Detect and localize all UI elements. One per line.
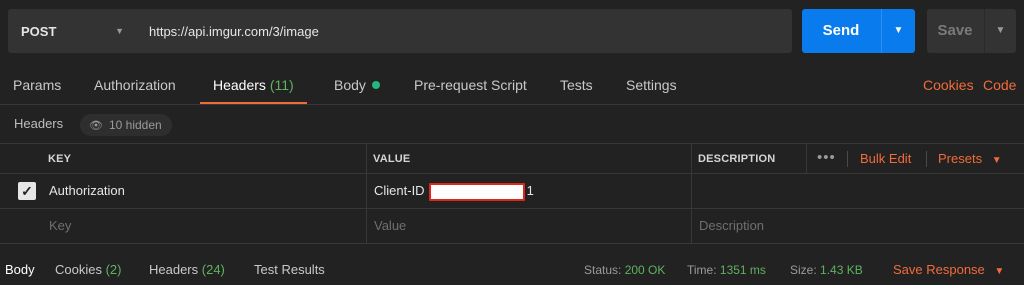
- code-link[interactable]: Code: [983, 66, 1016, 104]
- tab-tests-label: Tests: [560, 77, 593, 93]
- status-value: 200 OK: [624, 263, 666, 277]
- presets-caret-icon: ▼: [991, 155, 1002, 166]
- tab-pre-request-script[interactable]: Pre-request Script: [414, 66, 527, 104]
- table-row-new: Key Value Description: [0, 209, 1024, 244]
- row-enabled-checkbox[interactable]: ✓: [18, 182, 36, 200]
- save-label: Save: [937, 22, 973, 39]
- tab-headers[interactable]: Headers (11): [200, 66, 307, 104]
- save-response-caret-icon: ▼: [994, 266, 1005, 277]
- hidden-headers-toggle[interactable]: 👁 10 hidden: [80, 114, 172, 136]
- headers-subbar: Headers 👁 10 hidden: [0, 105, 1024, 143]
- header-separator: [926, 151, 927, 167]
- response-tab-headers-label: Headers: [149, 262, 199, 277]
- cookies-link[interactable]: Cookies: [923, 66, 974, 104]
- table-row: ✓ Authorization Client-ID 1: [0, 174, 1024, 209]
- tab-body[interactable]: Body: [334, 66, 380, 104]
- header-separator: [847, 151, 848, 167]
- eye-icon: 👁: [89, 120, 103, 132]
- row-value-prefix: Client-ID: [374, 183, 425, 198]
- active-tab-indicator: [200, 102, 307, 104]
- response-status: Status: 200 OK: [584, 257, 665, 283]
- size-label: Size:: [790, 263, 817, 277]
- tab-params[interactable]: Params: [13, 66, 61, 104]
- response-time: Time: 1351 ms: [687, 257, 766, 283]
- row-value[interactable]: Client-ID 1: [374, 174, 534, 208]
- headers-section-title: Headers: [14, 116, 64, 131]
- response-tab-headers-count: (24): [201, 262, 225, 277]
- column-value: VALUE: [373, 153, 411, 165]
- chevron-down-icon: ▼: [115, 26, 124, 36]
- bulk-edit-link[interactable]: Bulk Edit: [860, 144, 911, 174]
- time-value: 1351 ms: [719, 263, 766, 277]
- response-tab-cookies[interactable]: Cookies (2): [55, 257, 121, 283]
- send-label: Send: [822, 22, 860, 39]
- response-bar: Body Cookies (2) Headers (24) Test Resul…: [0, 257, 1024, 283]
- hidden-headers-label: 10 hidden: [108, 118, 162, 132]
- response-size: Size: 1.43 KB: [790, 257, 863, 283]
- new-description-input[interactable]: Description: [699, 209, 764, 243]
- save-response-label: Save Response: [893, 262, 985, 277]
- response-tab-headers[interactable]: Headers (24): [149, 257, 225, 283]
- request-tabs: Params Authorization Headers (11) Body P…: [0, 66, 1024, 105]
- method-value: POST: [21, 23, 57, 39]
- headers-table: KEY VALUE DESCRIPTION ••• Bulk Edit Pres…: [0, 143, 1024, 244]
- size-value: 1.43 KB: [820, 263, 863, 277]
- response-tab-cookies-count: (2): [105, 262, 122, 277]
- tab-settings[interactable]: Settings: [626, 66, 677, 104]
- time-label: Time:: [687, 263, 717, 277]
- tab-pre-request-script-label: Pre-request Script: [414, 77, 527, 93]
- tab-body-label: Body: [334, 77, 366, 93]
- tab-headers-label: Headers: [213, 77, 266, 93]
- method-select[interactable]: POST ▼: [8, 9, 138, 53]
- tab-authorization-label: Authorization: [94, 77, 176, 93]
- new-value-input[interactable]: Value: [374, 209, 406, 243]
- presets-label: Presets: [938, 151, 983, 166]
- status-label: Status:: [584, 263, 622, 277]
- save-button[interactable]: Save ▼: [927, 9, 1016, 53]
- table-header-row: KEY VALUE DESCRIPTION ••• Bulk Edit Pres…: [0, 143, 1024, 174]
- response-tab-test-results[interactable]: Test Results: [254, 257, 325, 283]
- tab-settings-label: Settings: [626, 77, 677, 93]
- save-response-dropdown[interactable]: Save Response ▼: [893, 257, 1004, 283]
- tab-tests[interactable]: Tests: [560, 66, 593, 104]
- row-key[interactable]: Authorization: [49, 174, 125, 208]
- column-description: DESCRIPTION: [698, 153, 776, 165]
- more-options-icon[interactable]: •••: [817, 144, 836, 174]
- send-options-chevron-icon[interactable]: ▼: [882, 9, 915, 53]
- send-button[interactable]: Send ▼: [802, 9, 915, 53]
- tab-headers-count: (11): [269, 77, 294, 93]
- body-status-dot-icon: [371, 81, 380, 89]
- row-value-suffix: 1: [526, 183, 534, 198]
- url-input[interactable]: https://api.imgur.com/3/image: [138, 9, 792, 53]
- redacted-value-mark: [428, 182, 525, 201]
- column-divider: [691, 143, 692, 243]
- response-tab-body[interactable]: Body: [5, 257, 35, 283]
- column-divider: [366, 143, 367, 243]
- new-key-input[interactable]: Key: [49, 209, 71, 243]
- request-bar: POST ▼ https://api.imgur.com/3/image Sen…: [0, 0, 1024, 66]
- save-options-chevron-icon[interactable]: ▼: [985, 9, 1016, 53]
- response-tab-cookies-label: Cookies: [55, 262, 102, 277]
- tab-params-label: Params: [13, 77, 62, 93]
- column-divider: [806, 143, 807, 174]
- column-key: KEY: [48, 153, 72, 165]
- presets-dropdown[interactable]: Presets ▼: [938, 144, 1002, 174]
- tab-authorization[interactable]: Authorization: [94, 66, 176, 104]
